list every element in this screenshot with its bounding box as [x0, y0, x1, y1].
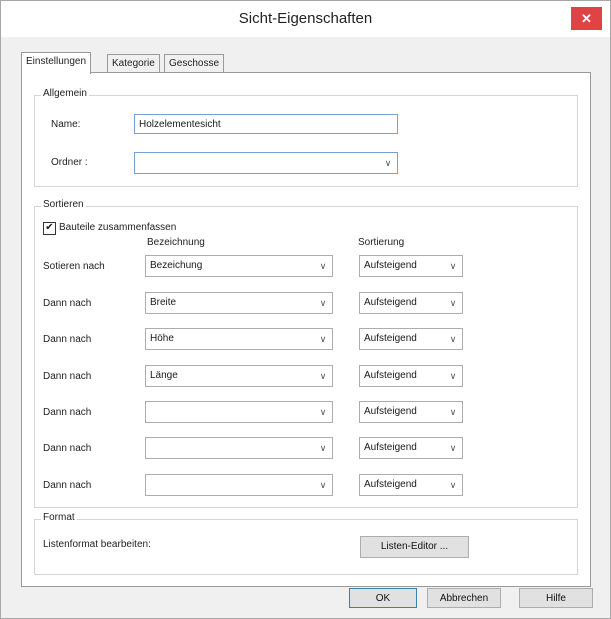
- sort-order-select[interactable]: Aufsteigend ∨: [359, 328, 463, 350]
- close-icon: ✕: [581, 11, 592, 26]
- sort-order-value: Aufsteigend: [364, 479, 417, 490]
- col-header-sortierung: Sortierung: [358, 237, 405, 248]
- dialog-window: Sicht-Eigenschaften ✕ Einstellungen Kate…: [0, 0, 611, 619]
- sort-field-value: Breite: [150, 297, 177, 308]
- group-format: Format Listenformat bearbeiten: Listen-E…: [34, 512, 578, 575]
- chevron-down-icon: ∨: [319, 443, 327, 453]
- sort-field-select[interactable]: Länge ∨: [145, 365, 333, 387]
- chevron-down-icon: ∨: [449, 334, 457, 344]
- sort-order-value: Aufsteigend: [364, 406, 417, 417]
- listenformat-label: Listenformat bearbeiten:: [43, 539, 151, 550]
- chevron-down-icon: ∨: [319, 261, 327, 271]
- sort-field-select[interactable]: ∨: [145, 401, 333, 423]
- sort-order-value: Aufsteigend: [364, 260, 417, 271]
- chevron-down-icon: ∨: [319, 371, 327, 381]
- listen-editor-button[interactable]: Listen-Editor ...: [360, 536, 469, 558]
- sort-order-value: Aufsteigend: [364, 297, 417, 308]
- sort-field-select[interactable]: ∨: [145, 474, 333, 496]
- sort-order-select[interactable]: Aufsteigend ∨: [359, 437, 463, 459]
- sort-field-value: Bezeichung: [150, 260, 203, 271]
- sort-row-label: Dann nach: [43, 443, 92, 454]
- chevron-down-icon: ∨: [449, 480, 457, 490]
- ok-button[interactable]: OK: [349, 588, 417, 608]
- ordner-select[interactable]: ∨: [134, 152, 398, 174]
- sort-order-select[interactable]: Aufsteigend ∨: [359, 474, 463, 496]
- sort-field-select[interactable]: Höhe ∨: [145, 328, 333, 350]
- name-field[interactable]: Holzelementesicht: [134, 114, 398, 134]
- sort-order-select[interactable]: Aufsteigend ∨: [359, 401, 463, 423]
- dialog-title: Sicht-Eigenschaften: [238, 10, 373, 27]
- sort-field-select[interactable]: ∨: [145, 437, 333, 459]
- chevron-down-icon: ∨: [449, 407, 457, 417]
- help-button[interactable]: Hilfe: [519, 588, 593, 608]
- chevron-down-icon: ∨: [319, 298, 327, 308]
- sort-field-select[interactable]: Breite ∨: [145, 292, 333, 314]
- group-allgemein: Allgemein Name: Holzelementesicht Ordner…: [34, 88, 578, 187]
- group-title-sortieren: Sortieren: [41, 199, 86, 210]
- sort-field-value: Länge: [150, 370, 178, 381]
- sort-order-select[interactable]: Aufsteigend ∨: [359, 255, 463, 277]
- chevron-down-icon: ∨: [319, 334, 327, 344]
- chevron-down-icon: ∨: [449, 261, 457, 271]
- sort-field-select[interactable]: Bezeichung ∨: [145, 255, 333, 277]
- sort-order-select[interactable]: Aufsteigend ∨: [359, 292, 463, 314]
- name-label: Name:: [51, 119, 81, 130]
- bauteile-checkbox-label: Bauteile zusammenfassen: [59, 222, 177, 233]
- ordner-label: Ordner :: [51, 157, 88, 168]
- sort-order-value: Aufsteigend: [364, 370, 417, 381]
- chevron-down-icon: ∨: [449, 443, 457, 453]
- group-title-allgemein: Allgemein: [41, 88, 89, 99]
- cancel-button[interactable]: Abbrechen: [427, 588, 501, 608]
- sort-field-value: Höhe: [150, 333, 174, 344]
- chevron-down-icon: ∨: [319, 407, 327, 417]
- chevron-down-icon: ∨: [449, 371, 457, 381]
- tab-einstellungen[interactable]: Einstellungen: [21, 52, 92, 74]
- tab-geschosse[interactable]: Geschosse (3D-Folien): [164, 54, 225, 87]
- sort-row-label: Dann nach: [43, 298, 92, 309]
- sort-row-label: Dann nach: [43, 407, 92, 418]
- sort-row-label: Dann nach: [43, 334, 92, 345]
- bauteile-checkbox[interactable]: ✔: [43, 222, 56, 235]
- chevron-down-icon: ∨: [384, 158, 392, 168]
- close-button[interactable]: ✕: [571, 7, 602, 30]
- checkmark-icon: ✔: [45, 222, 54, 233]
- tab-kategorie[interactable]: Kategorie: [107, 54, 160, 73]
- title-bar: Sicht-Eigenschaften ✕: [1, 1, 610, 37]
- sort-order-value: Aufsteigend: [364, 333, 417, 344]
- sort-row-label: Sotieren nach: [43, 261, 105, 272]
- sort-order-value: Aufsteigend: [364, 442, 417, 453]
- group-title-format: Format: [41, 512, 77, 523]
- sort-row-label: Dann nach: [43, 371, 92, 382]
- chevron-down-icon: ∨: [319, 480, 327, 490]
- sort-row-label: Dann nach: [43, 480, 92, 491]
- sort-order-select[interactable]: Aufsteigend ∨: [359, 365, 463, 387]
- chevron-down-icon: ∨: [449, 298, 457, 308]
- tab-panel: Allgemein Name: Holzelementesicht Ordner…: [21, 72, 591, 587]
- group-sortieren: Sortieren ✔ Bauteile zusammenfassen Beze…: [34, 199, 578, 508]
- col-header-bezeichnung: Bezeichnung: [147, 237, 205, 248]
